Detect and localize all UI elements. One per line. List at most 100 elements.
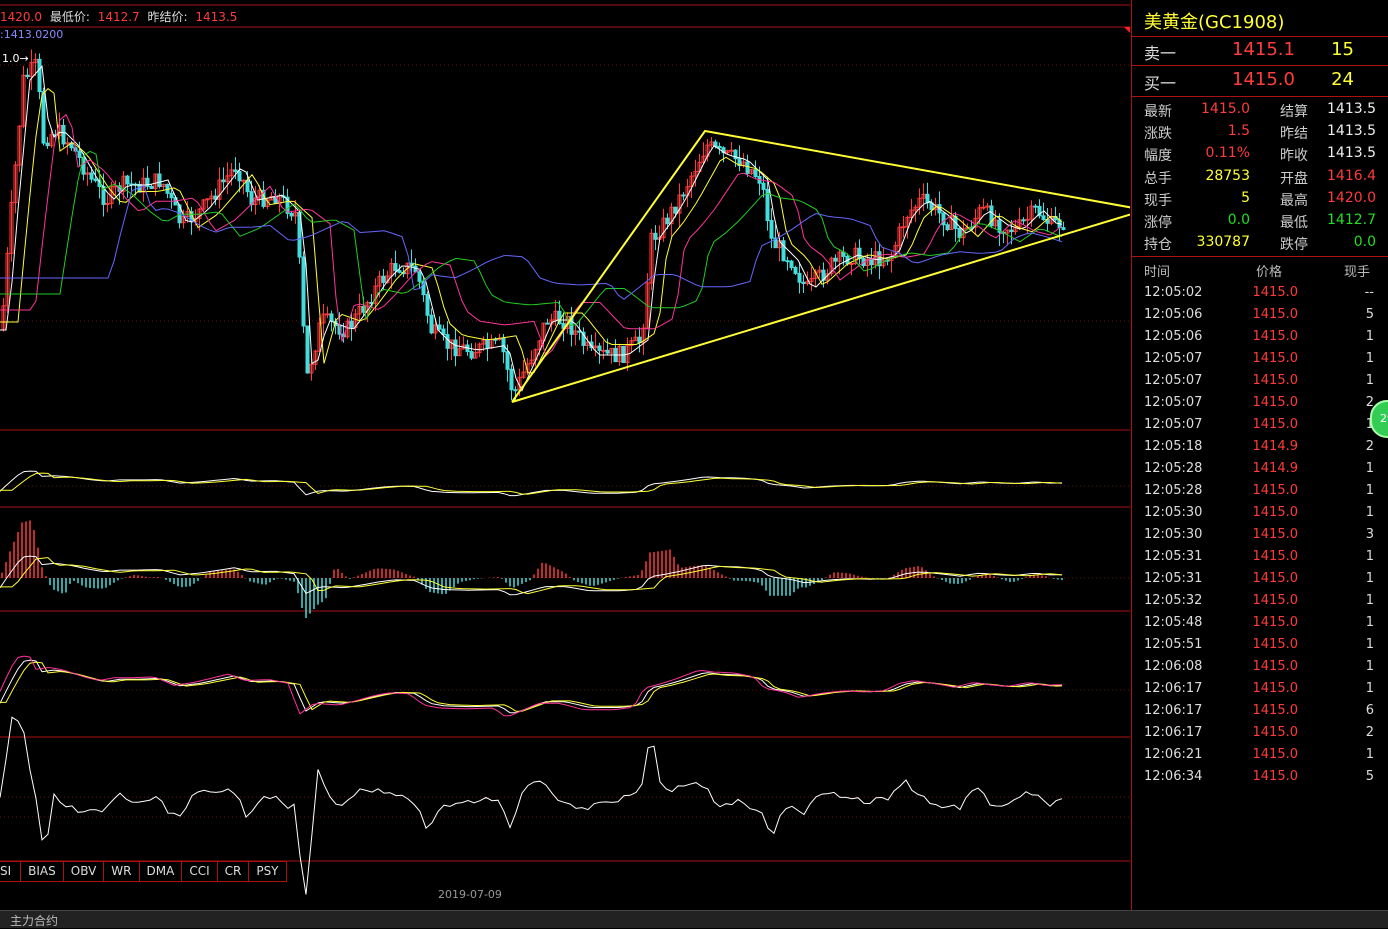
tick-row: 12:06:17 1415.0 6 [1132, 703, 1388, 725]
stat-value-left-5: 0.0 [1227, 212, 1250, 228]
high-marker: 1.0→ [2, 52, 29, 65]
bid-row[interactable]: 买一 1415.0 24 [1132, 67, 1388, 95]
tick-row: 12:05:06 1415.0 5 [1132, 307, 1388, 329]
stat-value-right-3: 1416.4 [1327, 167, 1376, 184]
tick-row: 12:05:51 1415.0 1 [1132, 637, 1388, 659]
tick-price: 1415.0 [1252, 769, 1299, 784]
bid-price: 1415.0 [1232, 69, 1295, 90]
tick-row: 12:06:34 1415.0 5 [1132, 769, 1388, 791]
candle-body [597, 345, 602, 351]
candle-body [981, 206, 986, 209]
tick-row: 12:05:31 1415.0 1 [1132, 571, 1388, 593]
candle-body [505, 351, 510, 370]
stat-value-right-6: 0.0 [1353, 234, 1376, 251]
tick-row: 12:05:28 1415.0 1 [1132, 483, 1388, 505]
candle-body [945, 224, 950, 231]
candle-body [89, 172, 94, 180]
stat-label-right-5: 最低 [1280, 215, 1308, 231]
tick-time: 12:05:07 [1144, 395, 1203, 410]
candle-body [729, 149, 734, 152]
candle-body [241, 179, 246, 182]
tick-row: 12:05:32 1415.0 1 [1132, 593, 1388, 615]
stat-value-right-5: 1412.7 [1327, 212, 1376, 228]
candle-body [681, 194, 686, 197]
tick-qty: 1 [1365, 681, 1374, 696]
ma10-line [0, 88, 1063, 374]
candle-body [381, 275, 386, 283]
candle-body [417, 271, 422, 282]
tab-cci[interactable]: CCI [182, 861, 218, 882]
candle-body [1041, 215, 1046, 221]
tick-qty: 1 [1365, 659, 1374, 674]
tick-qty: 1 [1365, 373, 1374, 388]
candle-body [769, 220, 774, 239]
tick-price: 1415.0 [1252, 703, 1299, 718]
kdj-j-line [0, 655, 1063, 717]
chart-area[interactable]: 1420.0 最低价: 1412.7 昨结价: 1413.5 :1413.020… [0, 0, 1130, 910]
candle-body [485, 339, 490, 349]
candle-body [245, 179, 250, 193]
stat-label-left-3: 总手 [1144, 170, 1172, 187]
tab-bias[interactable]: BIAS [21, 861, 64, 882]
stat-value-right-0: 1413.5 [1327, 101, 1376, 117]
candle-body [289, 212, 294, 217]
tick-price: 1415.0 [1252, 725, 1299, 740]
candle-body [329, 313, 334, 322]
candle-body [653, 232, 658, 240]
tick-price: 1415.0 [1252, 285, 1299, 300]
tab-obv[interactable]: OBV [63, 861, 105, 882]
tick-price: 1415.0 [1252, 373, 1299, 388]
stat-label-right-4: 最高 [1280, 192, 1308, 209]
tick-time: 12:05:06 [1144, 329, 1203, 344]
tick-price: 1415.0 [1252, 527, 1299, 542]
tick-price: 1414.9 [1252, 461, 1299, 476]
tab-dma[interactable]: DMA [139, 861, 183, 882]
stat-label-right-6: 跌停 [1280, 237, 1308, 254]
tab-wr[interactable]: WR [104, 861, 140, 882]
tick-row: 12:05:07 1415.0 2 [1132, 395, 1388, 417]
stat-value-right-2: 1413.5 [1327, 145, 1376, 162]
tab-si[interactable]: SI [0, 861, 22, 882]
tick-time: 12:05:28 [1144, 483, 1203, 498]
tick-row: 12:06:21 1415.0 1 [1132, 747, 1388, 769]
candlestick-chart[interactable] [0, 0, 1130, 910]
candle-body [925, 193, 930, 204]
candle-body [469, 351, 474, 359]
candle-body [393, 263, 398, 272]
candle-body [833, 257, 838, 262]
tick-row: 12:05:28 1414.9 1 [1132, 461, 1388, 483]
tick-price: 1415.0 [1252, 593, 1299, 608]
candle-body [1033, 205, 1038, 208]
stat-value-left-3: 28753 [1205, 167, 1250, 184]
candle-body [781, 240, 786, 262]
candle-body [125, 175, 130, 185]
candle-body [717, 145, 722, 149]
tick-qty: 1 [1365, 747, 1374, 762]
ask-label: 卖一 [1144, 44, 1177, 63]
stat-value-left-4: 5 [1241, 189, 1250, 206]
candle-body [237, 170, 242, 182]
candle-body [169, 192, 174, 199]
stat-label-left-6: 持仓 [1144, 237, 1172, 254]
tick-time: 12:06:08 [1144, 659, 1203, 674]
candle-body [1061, 227, 1066, 230]
status-text: 主力合约 [10, 914, 59, 928]
candle-body [545, 322, 550, 325]
tick-row: 12:05:07 1415.0 1 [1132, 373, 1388, 395]
candle-body [957, 227, 962, 239]
tick-row: 12:05:18 1414.9 2 [1132, 439, 1388, 461]
low-value: 1412.7 [97, 10, 140, 24]
tab-psy[interactable]: PSY [249, 861, 287, 882]
tick-qty: 1 [1365, 571, 1374, 586]
stat-value-left-2: 0.11% [1205, 145, 1250, 162]
ask-row[interactable]: 卖一 1415.1 15 [1132, 37, 1388, 65]
tick-price: 1415.0 [1252, 747, 1299, 762]
tick-price: 1415.0 [1252, 395, 1299, 410]
tab-cr[interactable]: CR [217, 861, 250, 882]
tick-row: 12:06:08 1415.0 1 [1132, 659, 1388, 681]
stat-label-right-3: 开盘 [1280, 170, 1308, 187]
tick-qty: 1 [1332, 417, 1374, 432]
candle-body [509, 368, 514, 391]
tick-price: 1415.0 [1252, 329, 1299, 344]
tick-qty: 6 [1365, 703, 1374, 718]
